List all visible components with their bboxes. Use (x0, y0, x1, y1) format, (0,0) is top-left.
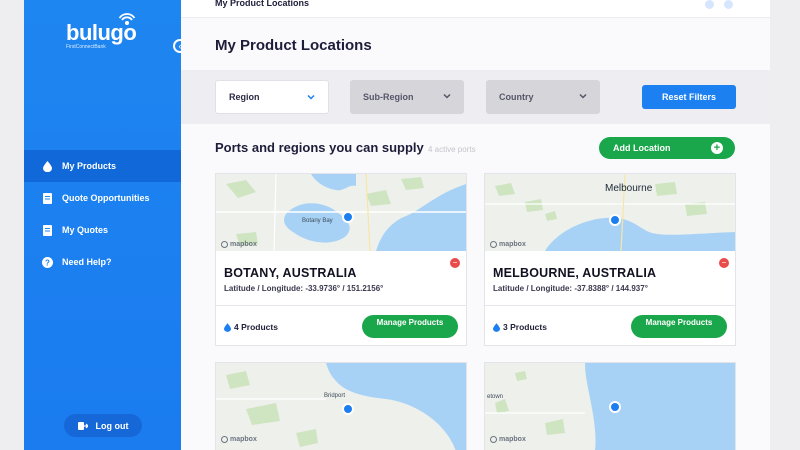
product-count: 4 Products (224, 322, 278, 332)
location-pin-icon (609, 214, 621, 226)
map-place-label: Botany Bay (302, 218, 333, 224)
region-select[interactable]: Region (215, 80, 329, 114)
sidebar-item-label: My Products (62, 161, 117, 171)
remove-location-button[interactable]: − (450, 258, 460, 268)
sidebar-item-quote-opportunities[interactable]: Quote Opportunities (24, 182, 181, 214)
region-select-value: Region (229, 92, 260, 102)
sidebar-item-my-products[interactable]: My Products (24, 150, 181, 182)
reset-filters-button[interactable]: Reset Filters (642, 85, 736, 109)
location-map[interactable]: etown mapbox (485, 363, 735, 450)
location-coordinates: Latitude / Longitude: -33.9736° / 151.21… (224, 284, 384, 293)
location-card-melbourne: Melbourne mapbox − MELBOURNE, AUSTRALIA … (484, 173, 736, 346)
location-map[interactable]: Melbourne mapbox (485, 174, 735, 251)
sidebar: bulugo FirstConnectBank ‹ My Products Qu… (24, 0, 187, 450)
country-select-value: Country (499, 92, 534, 102)
location-coordinates: Latitude / Longitude: -37.8388° / 144.93… (493, 284, 648, 293)
map-place-label: etown (487, 394, 504, 400)
mapbox-logo: mapbox (490, 436, 526, 443)
document-icon (41, 192, 53, 204)
chevron-down-icon (579, 93, 587, 99)
plus-icon: + (711, 142, 723, 154)
divider (485, 305, 735, 306)
logout-label: Log out (95, 420, 129, 431)
sidebar-item-label: My Quotes (62, 225, 109, 235)
divider (216, 305, 466, 306)
map-place-label: Bridport (324, 393, 346, 399)
active-ports-count: 4 active ports (428, 145, 476, 154)
manage-products-button[interactable]: Manage Products (631, 315, 727, 338)
add-location-button[interactable]: Add Location + (599, 137, 735, 159)
main-content: My Product Locations My Product Location… (181, 0, 770, 450)
document-icon (41, 224, 53, 236)
chevron-down-icon (307, 94, 315, 100)
breadcrumb: My Product Locations (215, 0, 310, 8)
drop-icon (493, 322, 500, 332)
brand-tagline: FirstConnectBank (66, 44, 106, 50)
sub-region-select-value: Sub-Region (363, 92, 414, 102)
top-bar: My Product Locations (181, 0, 770, 18)
location-pin-icon (609, 401, 621, 413)
mapbox-logo: mapbox (221, 436, 257, 443)
svg-text:?: ? (45, 258, 50, 267)
drop-icon (224, 322, 231, 332)
sub-region-select[interactable]: Sub-Region (350, 80, 464, 114)
country-select[interactable]: Country (486, 80, 600, 114)
location-card-fourth: etown mapbox (484, 362, 736, 450)
manage-products-button[interactable]: Manage Products (362, 315, 458, 338)
logout-button[interactable]: Log out (64, 414, 142, 437)
add-location-label: Add Location (613, 143, 671, 153)
product-count: 3 Products (493, 322, 547, 332)
location-pin-icon (342, 211, 354, 223)
sidebar-nav: My Products Quote Opportunities My Quote… (24, 150, 181, 278)
location-card-bridport: Bridport mapbox (215, 362, 467, 450)
drop-icon (41, 160, 53, 172)
page-title: My Product Locations (215, 37, 372, 54)
sidebar-item-label: Need Help? (62, 257, 112, 267)
section-title: Ports and regions you can supply (215, 140, 424, 155)
mapbox-logo: mapbox (221, 241, 257, 248)
sidebar-item-my-quotes[interactable]: My Quotes (24, 214, 181, 246)
location-pin-icon (342, 403, 354, 415)
settings-icon[interactable] (724, 0, 733, 9)
mapbox-logo: mapbox (490, 241, 526, 248)
notification-icon[interactable] (705, 0, 714, 9)
location-card-botany: Botany Bay mapbox − BOTANY, AUSTRALIA La… (215, 173, 467, 346)
logout-icon (77, 421, 88, 430)
location-map[interactable]: Bridport mapbox (216, 363, 466, 450)
location-name: MELBOURNE, AUSTRALIA (493, 266, 657, 280)
sidebar-item-need-help[interactable]: ? Need Help? (24, 246, 181, 278)
map-place-label: Melbourne (605, 183, 653, 194)
location-name: BOTANY, AUSTRALIA (224, 266, 357, 280)
location-map[interactable]: Botany Bay mapbox (216, 174, 466, 251)
brand-logo[interactable]: bulugo FirstConnectBank (66, 12, 146, 52)
filter-bar: Region Sub-Region Country Reset Filters (181, 70, 770, 124)
chevron-down-icon (443, 93, 451, 99)
remove-location-button[interactable]: − (719, 258, 729, 268)
help-icon: ? (41, 256, 53, 268)
signal-icon (118, 13, 136, 25)
sidebar-item-label: Quote Opportunities (62, 193, 150, 203)
